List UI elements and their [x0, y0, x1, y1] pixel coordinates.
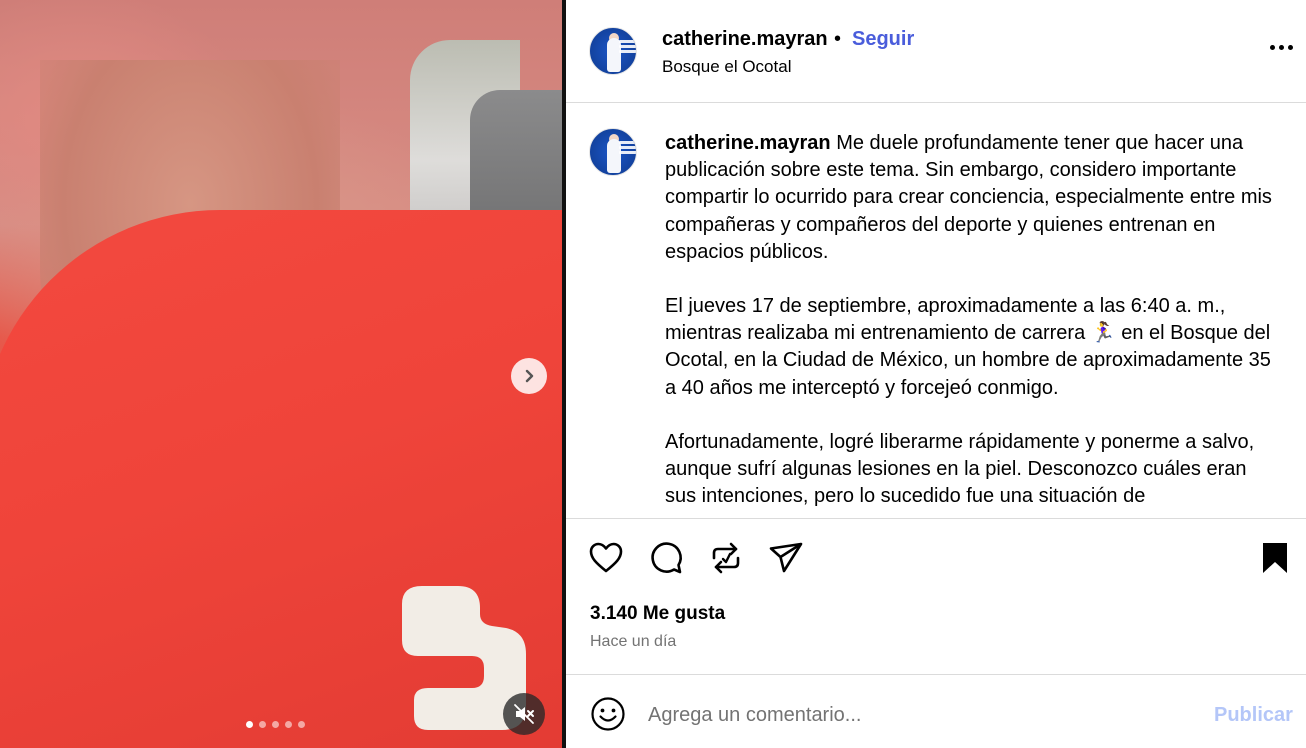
- carousel-dot: [272, 721, 279, 728]
- follow-button[interactable]: Seguir: [852, 28, 914, 51]
- comment-input[interactable]: [648, 700, 1188, 730]
- author-username[interactable]: catherine.mayran: [662, 28, 828, 51]
- instagram-post-view: catherine.mayran • Seguir Bosque el Ocot…: [0, 0, 1306, 748]
- carousel-indicator: [246, 721, 305, 728]
- chevron-right-icon: [525, 369, 534, 383]
- send-icon: [769, 542, 803, 573]
- post-location[interactable]: Bosque el Ocotal: [662, 57, 791, 77]
- post-timestamp[interactable]: Hace un día: [590, 633, 676, 651]
- caption-scroll-area[interactable]: catherine.mayran Me duele profundamente …: [566, 104, 1306, 518]
- caption-paragraph: El jueves 17 de septiembre, aproximadame…: [665, 295, 1271, 399]
- like-button[interactable]: [586, 538, 626, 578]
- caption-paragraph: catherine.mayran Me duele profundamente …: [665, 132, 1272, 263]
- comment-button[interactable]: [646, 538, 686, 578]
- mute-toggle-button[interactable]: [503, 693, 545, 735]
- repost-icon: [712, 542, 740, 574]
- publish-comment-button[interactable]: Publicar: [1214, 704, 1293, 727]
- save-button[interactable]: [1255, 538, 1295, 578]
- post-caption: catherine.mayran Me duele profundamente …: [665, 130, 1275, 518]
- next-slide-button[interactable]: [511, 358, 547, 394]
- carousel-dot: [246, 721, 253, 728]
- heart-icon: [589, 542, 623, 573]
- repost-button[interactable]: [706, 538, 746, 578]
- separator-dot: •: [834, 28, 842, 50]
- bookmark-filled-icon: [1263, 543, 1287, 573]
- comment-bubble-icon: [651, 542, 682, 574]
- carousel-dot: [285, 721, 292, 728]
- post-details-panel: catherine.mayran • Seguir Bosque el Ocot…: [566, 0, 1306, 748]
- smiley-face-icon: [591, 697, 625, 731]
- carousel-dot: [259, 721, 266, 728]
- more-options-icon[interactable]: [1270, 45, 1293, 50]
- divider: [566, 518, 1306, 519]
- emoji-picker-button[interactable]: [590, 696, 626, 732]
- caption-paragraph: Afortunadamente, logré liberarme rápidam…: [665, 430, 1255, 508]
- carousel-dot: [298, 721, 305, 728]
- speaker-muted-icon: [514, 704, 534, 724]
- post-media[interactable]: [0, 0, 562, 748]
- divider: [566, 674, 1306, 675]
- likes-count[interactable]: 3.140 Me gusta: [590, 603, 725, 625]
- caption-avatar[interactable]: [589, 128, 637, 176]
- share-button[interactable]: [766, 538, 806, 578]
- post-header: catherine.mayran • Seguir Bosque el Ocot…: [566, 0, 1306, 103]
- avatar[interactable]: [589, 27, 637, 75]
- caption-username[interactable]: catherine.mayran: [665, 132, 831, 154]
